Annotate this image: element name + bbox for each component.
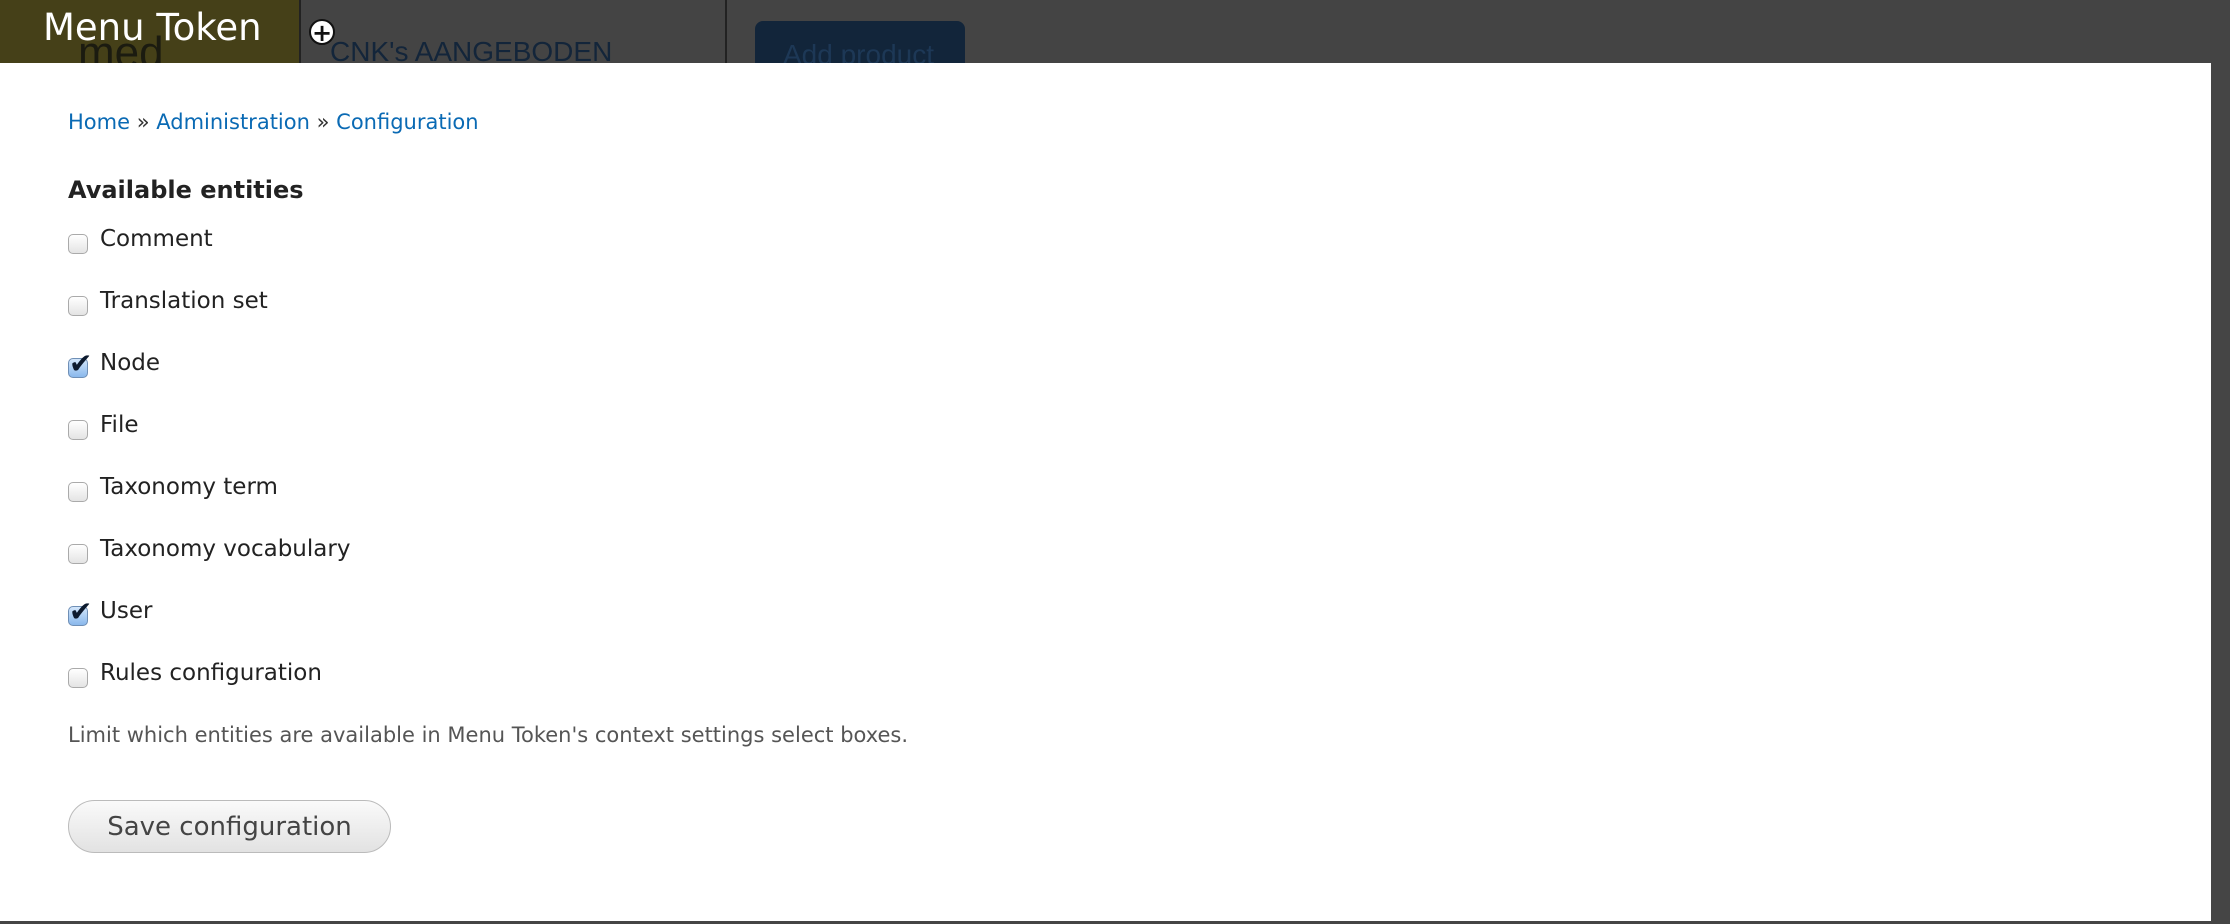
entity-option: File xyxy=(68,412,350,474)
breadcrumb-administration[interactable]: Administration xyxy=(156,110,310,134)
divider xyxy=(725,0,727,70)
checkbox-taxonomy-term[interactable] xyxy=(68,482,88,502)
checkbox-user[interactable] xyxy=(68,595,92,628)
checkbox-node[interactable] xyxy=(68,347,92,380)
breadcrumb: Home » Administration » Configuration xyxy=(68,110,479,134)
breadcrumb-home[interactable]: Home xyxy=(68,110,130,134)
breadcrumb-configuration[interactable]: Configuration xyxy=(336,110,478,134)
form-description: Limit which entities are available in Me… xyxy=(68,723,909,747)
entity-option: User xyxy=(68,595,350,660)
divider xyxy=(299,0,301,70)
checkbox-comment[interactable] xyxy=(68,234,88,254)
checkbox-label[interactable]: Comment xyxy=(100,226,213,252)
form-legend: Available entities xyxy=(68,176,304,204)
checkbox-label[interactable]: Rules configuration xyxy=(100,660,322,686)
overlay-panel: Home » Administration » Configuration Av… xyxy=(0,63,2211,921)
entity-options: Comment Translation set Node File Taxonomy t… xyxy=(68,226,350,722)
save-configuration-button[interactable]: Save configuration xyxy=(68,800,391,853)
entity-option: Taxonomy term xyxy=(68,474,350,536)
checkbox-label[interactable]: Translation set xyxy=(100,288,268,314)
entity-option: Translation set xyxy=(68,288,350,350)
entity-option: Node xyxy=(68,347,350,412)
plus-circle-icon[interactable]: + xyxy=(309,19,335,46)
entity-option: Comment xyxy=(68,226,350,288)
checkbox-translation-set[interactable] xyxy=(68,296,88,316)
checkbox-rules-configuration[interactable] xyxy=(68,668,88,688)
entity-option: Taxonomy vocabulary xyxy=(68,536,350,598)
checkbox-taxonomy-vocabulary[interactable] xyxy=(68,544,88,564)
checkbox-label[interactable]: Node xyxy=(100,350,160,376)
checkbox-label[interactable]: Taxonomy vocabulary xyxy=(100,536,350,562)
breadcrumb-separator: » xyxy=(316,110,330,134)
checkbox-file[interactable] xyxy=(68,420,88,440)
entity-option: Rules configuration xyxy=(68,660,350,722)
checkbox-label[interactable]: Taxonomy term xyxy=(100,474,278,500)
overlay-title: Menu Token xyxy=(43,6,262,49)
checkbox-label[interactable]: User xyxy=(100,598,152,624)
checkbox-label[interactable]: File xyxy=(100,412,139,438)
breadcrumb-separator: » xyxy=(136,110,150,134)
